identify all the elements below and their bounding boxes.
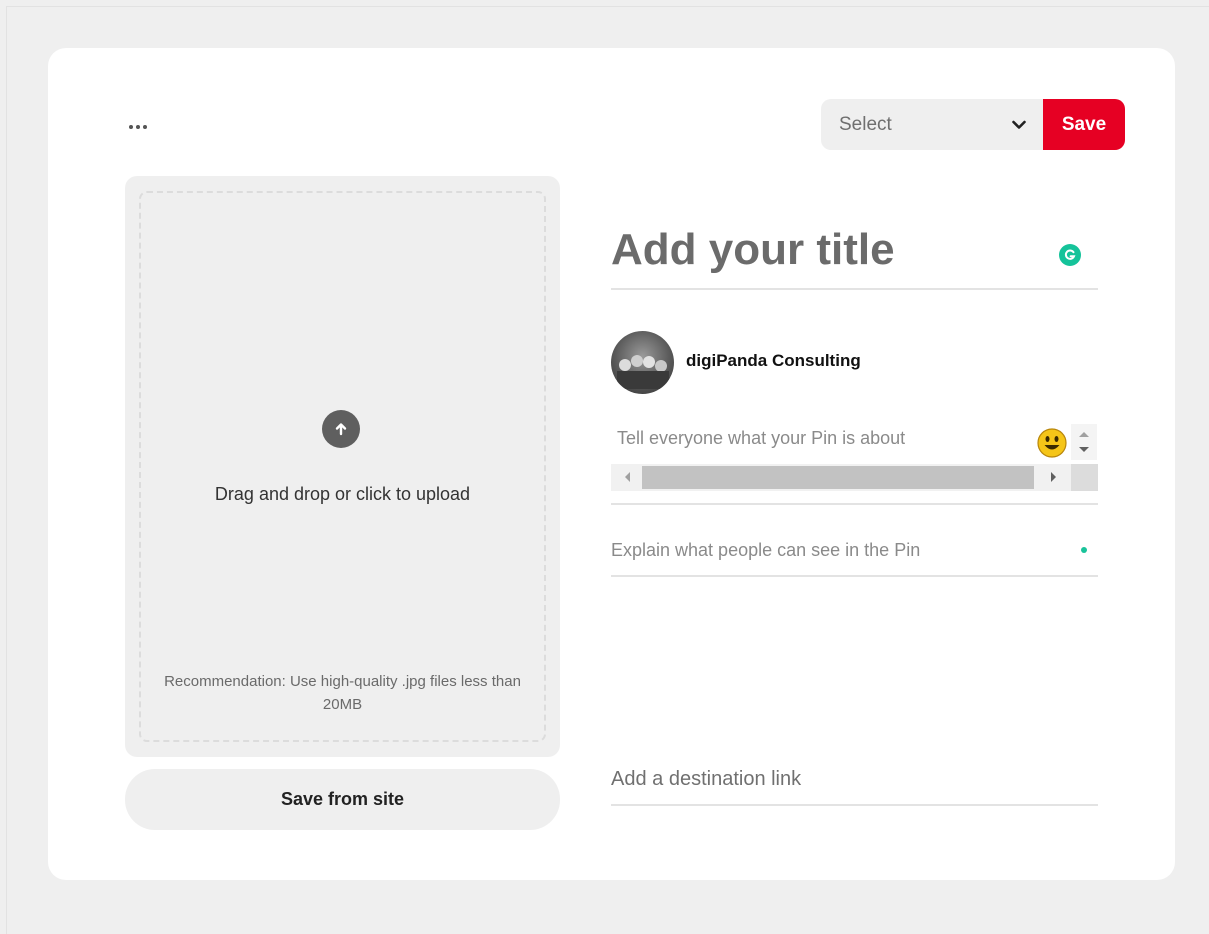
title-underline — [611, 288, 1098, 290]
user-name: digiPanda Consulting — [686, 351, 861, 370]
pin-builder-card: Select Save Drag and drop or click to up… — [48, 48, 1175, 880]
vertical-scrollbar[interactable] — [1071, 424, 1097, 460]
pin-description-textarea[interactable]: Tell everyone what your Pin is about — [611, 423, 1098, 503]
pin-title-input[interactable]: Add your title — [611, 218, 1051, 282]
grammarly-icon[interactable] — [1059, 244, 1081, 266]
grammarly-status-dot — [1081, 547, 1087, 553]
avatar — [611, 331, 674, 394]
window-border-left — [6, 6, 7, 934]
board-select-dropdown[interactable]: Select — [821, 99, 1043, 150]
board-select-value: Select — [839, 113, 892, 135]
destination-link-input[interactable]: Add a destination link — [611, 768, 801, 791]
scrollbar-corner — [1071, 464, 1098, 491]
save-from-site-button[interactable]: Save from site — [125, 769, 560, 830]
upload-prompt-text: Drag and drop or click to upload — [214, 484, 471, 504]
smiley-emoji-icon[interactable] — [1037, 428, 1067, 458]
upload-recommendation-text: Recommendation: Use high-quality .jpg fi… — [164, 673, 521, 713]
scroll-right-arrow-icon[interactable] — [1051, 472, 1056, 482]
upload-arrow-icon — [322, 410, 360, 448]
window-border-top — [6, 6, 1209, 7]
alt-text-underline — [611, 575, 1098, 577]
image-upload-dropzone[interactable]: Drag and drop or click to upload Recomme… — [125, 176, 560, 757]
horizontal-scrollbar[interactable] — [611, 464, 1071, 491]
description-underline — [611, 503, 1098, 505]
more-options-button[interactable] — [122, 116, 154, 138]
chevron-down-icon — [1005, 115, 1033, 135]
page: Select Save Drag and drop or click to up… — [0, 0, 1209, 934]
save-button[interactable]: Save — [1043, 99, 1125, 150]
scrollbar-thumb[interactable] — [642, 466, 1034, 489]
alt-text-input[interactable]: Explain what people can see in the Pin — [611, 540, 920, 561]
description-placeholder: Tell everyone what your Pin is about — [617, 428, 906, 448]
dropzone-dashed-border — [139, 191, 546, 742]
scroll-left-arrow-icon[interactable] — [625, 472, 630, 482]
destination-link-underline — [611, 804, 1098, 806]
ellipsis-icon — [128, 125, 149, 129]
